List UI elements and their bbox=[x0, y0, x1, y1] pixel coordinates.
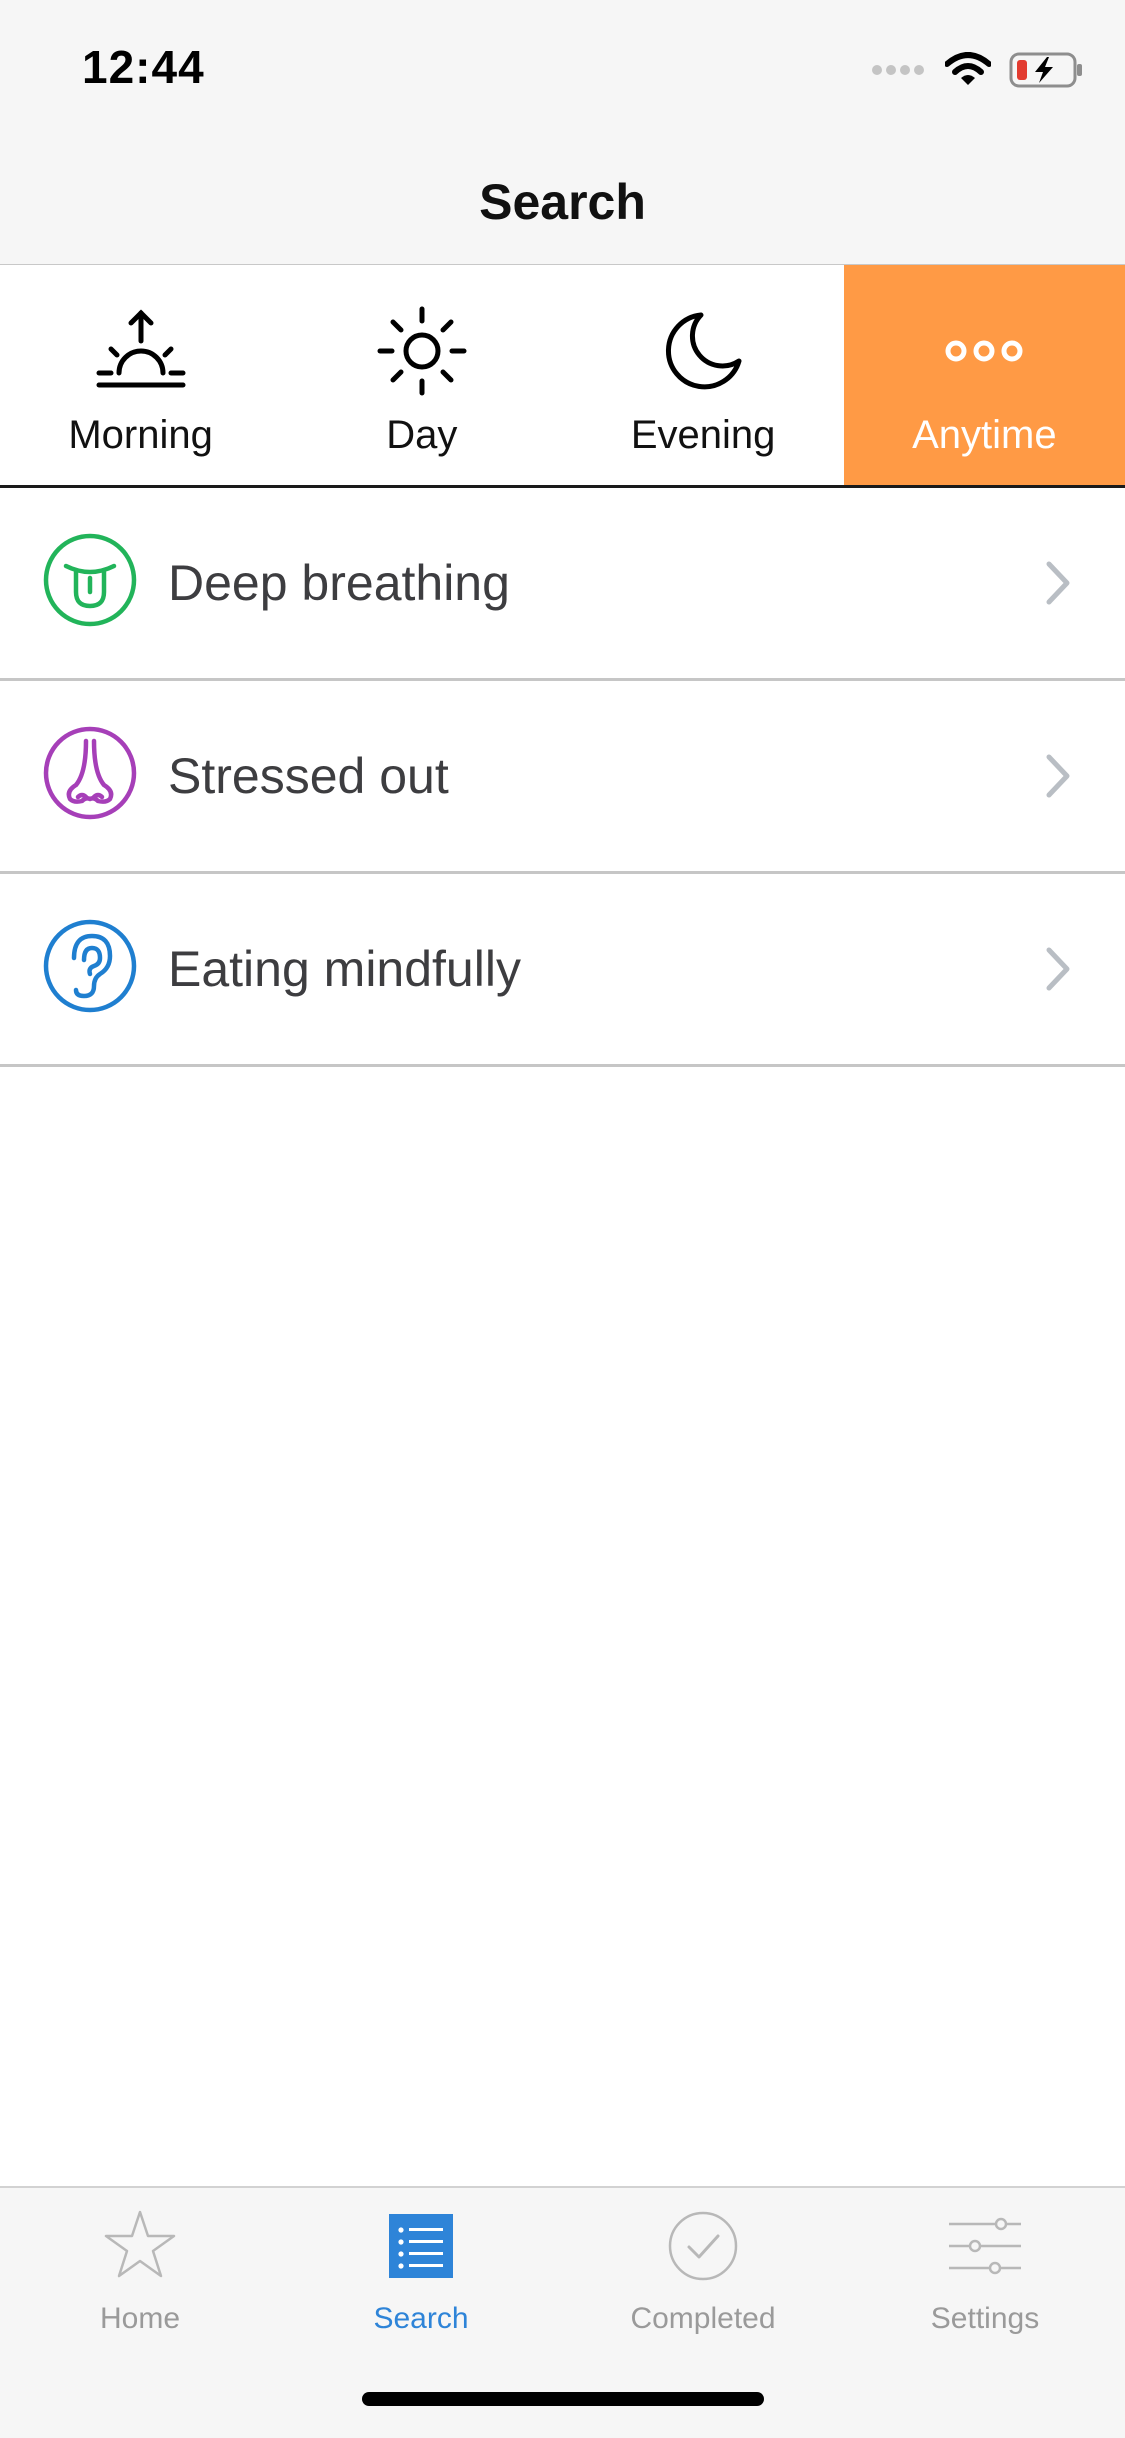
wifi-icon bbox=[945, 52, 991, 85]
tab-label: Completed bbox=[630, 2302, 776, 2335]
nose-icon bbox=[43, 726, 137, 820]
segment-day[interactable]: Day bbox=[281, 265, 562, 485]
moon-icon bbox=[666, 312, 742, 390]
time-of-day-segments: Morning Day Evening Anytime bbox=[0, 265, 1125, 488]
chevron-right-icon bbox=[1046, 561, 1070, 605]
tab-label: Settings bbox=[930, 2302, 1040, 2335]
status-icons bbox=[871, 48, 1085, 92]
sun-icon bbox=[377, 306, 467, 396]
tab-label: Home bbox=[99, 2302, 181, 2335]
star-icon bbox=[104, 2210, 176, 2278]
cellular-dots-icon bbox=[872, 65, 924, 75]
segment-evening[interactable]: Evening bbox=[563, 265, 844, 485]
segment-anytime[interactable]: Anytime bbox=[843, 265, 1125, 485]
list-item-label: Eating mindfully bbox=[168, 941, 521, 997]
list-item-label: Deep breathing bbox=[168, 555, 510, 611]
tongue-face-icon bbox=[43, 533, 137, 627]
tab-completed[interactable]: Completed bbox=[603, 2208, 803, 2348]
ear-icon bbox=[43, 919, 137, 1013]
list-item-eating-mindfully[interactable]: Eating mindfully bbox=[0, 874, 1125, 1067]
status-time: 12:44 bbox=[82, 41, 205, 93]
tab-search[interactable]: Search bbox=[321, 2208, 521, 2348]
tab-settings[interactable]: Settings bbox=[885, 2208, 1085, 2348]
list-icon bbox=[389, 2214, 453, 2278]
ellipsis-icon bbox=[945, 340, 1023, 362]
home-indicator[interactable] bbox=[362, 2392, 764, 2406]
status-bar: 12:44 bbox=[0, 0, 1125, 140]
list-item-label: Stressed out bbox=[168, 748, 449, 804]
segment-morning[interactable]: Morning bbox=[0, 265, 281, 485]
sliders-icon bbox=[949, 2217, 1021, 2275]
exercise-list: Deep breathing Stressed out Eating mindf… bbox=[0, 488, 1125, 1067]
navigation-bar: Search bbox=[0, 140, 1125, 266]
segment-label: Anytime bbox=[912, 413, 1057, 457]
page-title: Search bbox=[479, 174, 646, 230]
segment-label: Evening bbox=[630, 413, 776, 457]
segment-label: Day bbox=[386, 413, 458, 457]
list-item-deep-breathing[interactable]: Deep breathing bbox=[0, 488, 1125, 681]
list-item-stressed-out[interactable]: Stressed out bbox=[0, 681, 1125, 874]
chevron-right-icon bbox=[1046, 947, 1070, 991]
segment-label: Morning bbox=[68, 413, 213, 457]
battery-charging-icon bbox=[1009, 52, 1082, 88]
sunrise-icon bbox=[96, 309, 186, 388]
checkmark-circle-icon bbox=[668, 2211, 738, 2281]
tab-home[interactable]: Home bbox=[40, 2208, 240, 2348]
chevron-right-icon bbox=[1046, 754, 1070, 798]
tab-label: Search bbox=[373, 2302, 469, 2335]
